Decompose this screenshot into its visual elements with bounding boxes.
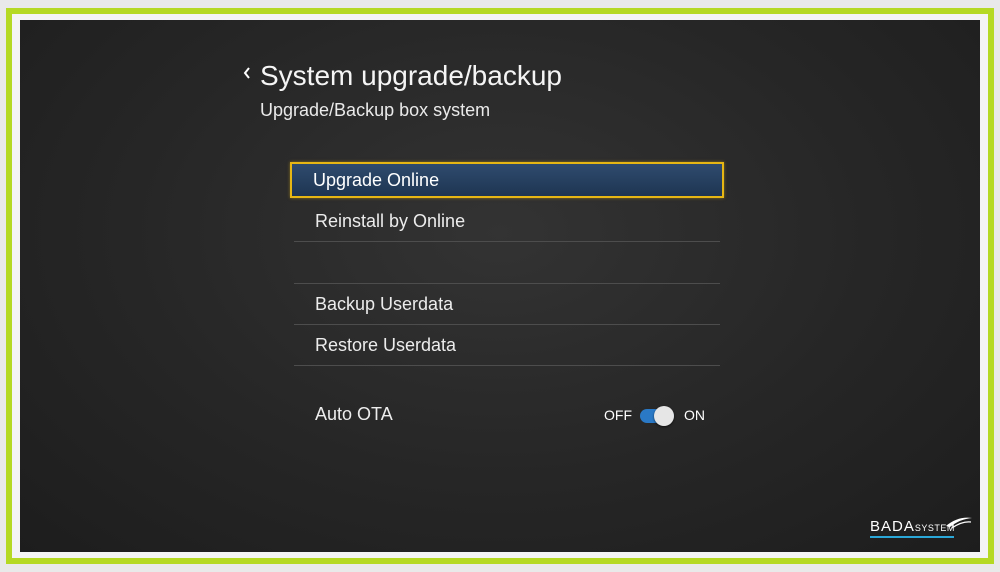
settings-menu: Upgrade Online Reinstall by Online Backu… [290, 162, 724, 366]
menu-item-empty[interactable] [294, 242, 720, 284]
auto-ota-row[interactable]: Auto OTA OFF ON [294, 396, 720, 436]
logo-text: BADASYSTEM [870, 518, 955, 535]
page-subtitle: Upgrade/Backup box system [260, 100, 491, 120]
toggle-knob[interactable] [654, 406, 674, 426]
menu-item-label: Reinstall by Online [315, 211, 466, 231]
chevron-left-icon[interactable] [242, 66, 252, 80]
logo-tagline-bar [870, 536, 954, 538]
menu-item-label: Upgrade Online [313, 170, 440, 190]
menu-item-label: Restore Userdata [315, 335, 457, 355]
outer-frame: System upgrade/backup Upgrade/Backup box… [6, 8, 994, 564]
menu-item-label: Backup Userdata [315, 294, 454, 314]
page-title: System upgrade/backup [260, 60, 562, 91]
logo-name: BADA [870, 518, 915, 535]
bada-system-logo: BADASYSTEM [870, 514, 974, 544]
swoosh-icon [946, 517, 972, 529]
menu-item-restore-userdata[interactable]: Restore Userdata [294, 325, 720, 366]
auto-ota-label: Auto OTA [315, 404, 393, 424]
toggle-off-label: OFF [604, 407, 632, 423]
settings-screen: System upgrade/backup Upgrade/Backup box… [20, 20, 980, 552]
menu-item-upgrade-online[interactable]: Upgrade Online [290, 162, 724, 198]
toggle-on-label: ON [684, 407, 705, 423]
menu-item-backup-userdata[interactable]: Backup Userdata [294, 284, 720, 325]
menu-item-reinstall-by-online[interactable]: Reinstall by Online [294, 201, 720, 242]
